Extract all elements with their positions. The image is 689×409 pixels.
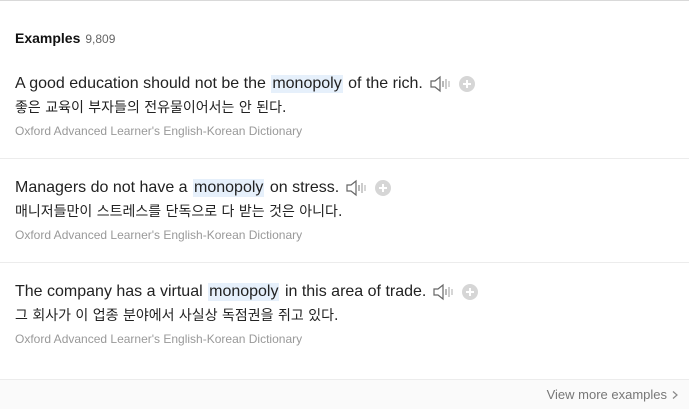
sentence-text: A good education should not be the xyxy=(15,75,266,92)
view-more-examples-link[interactable]: View more examples xyxy=(547,387,679,402)
speaker-icon[interactable] xyxy=(432,282,456,302)
examples-header: Examples 9,809 xyxy=(15,30,115,46)
sentence-text: on stress. xyxy=(269,179,340,196)
add-to-wordbook-button[interactable] xyxy=(458,76,475,92)
examples-panel: Examples 9,809 A good education should n… xyxy=(0,0,689,409)
example-translation: 그 회사가 이 업종 분야에서 사실상 독점권을 쥐고 있다. xyxy=(15,308,339,324)
sentence-text: The company has a virtual xyxy=(15,283,203,300)
example-item: The company has a virtual monopoly in th… xyxy=(15,280,689,346)
highlighted-term: monopoly xyxy=(208,283,280,301)
speaker-icon[interactable] xyxy=(345,178,369,198)
examples-footer: View more examples xyxy=(0,379,689,409)
divider xyxy=(0,262,689,263)
example-source[interactable]: Oxford Advanced Learner's English-Korean… xyxy=(15,124,689,138)
example-sentence: Managers do not have a monopoly on stres… xyxy=(15,176,689,200)
add-to-wordbook-button[interactable] xyxy=(375,180,392,196)
example-translation: 좋은 교육이 부자들의 전유물이어서는 안 된다. xyxy=(15,100,287,116)
example-item: Managers do not have a monopoly on stres… xyxy=(15,176,689,242)
view-more-label: View more examples xyxy=(546,387,667,402)
speaker-icon[interactable] xyxy=(429,74,453,94)
example-sentence: The company has a virtual monopoly in th… xyxy=(15,280,689,304)
add-to-wordbook-button[interactable] xyxy=(462,284,479,300)
example-sentence: A good education should not be the monop… xyxy=(15,72,689,96)
example-item: A good education should not be the monop… xyxy=(15,72,689,138)
examples-title: Examples xyxy=(15,30,81,46)
sentence-text: in this area of trade. xyxy=(284,283,427,300)
examples-count: 9,809 xyxy=(85,32,116,46)
example-translation: 매니저들만이 스트레스를 단독으로 다 받는 것은 아니다. xyxy=(15,204,343,220)
sentence-text: Managers do not have a xyxy=(15,179,188,196)
highlighted-term: monopoly xyxy=(271,75,343,93)
sentence-text: of the rich. xyxy=(348,75,423,92)
example-source[interactable]: Oxford Advanced Learner's English-Korean… xyxy=(15,332,689,346)
highlighted-term: monopoly xyxy=(193,179,265,197)
chevron-right-icon xyxy=(672,390,678,399)
divider xyxy=(0,158,689,159)
example-source[interactable]: Oxford Advanced Learner's English-Korean… xyxy=(15,228,689,242)
